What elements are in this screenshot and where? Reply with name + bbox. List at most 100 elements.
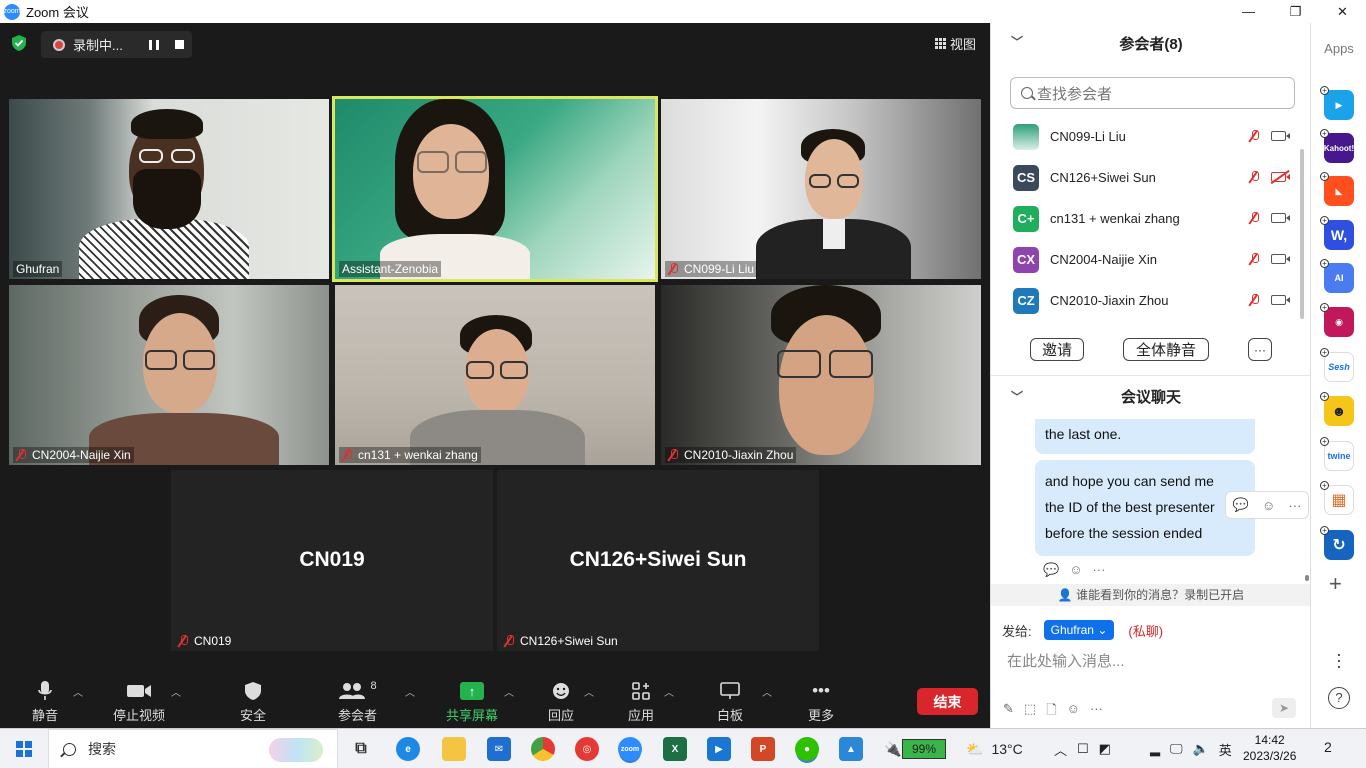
participant-row[interactable]: CZ CN2010-Jiaxin Zhou <box>991 280 1311 321</box>
app-icon[interactable]: W, <box>1324 220 1354 250</box>
participant-row[interactable]: CS CN126+Siwei Sun <box>991 157 1311 198</box>
taskbar-clock[interactable]: 14:42 2023/3/26 <box>1243 732 1296 764</box>
taskbar-search-box[interactable]: 搜索 <box>48 729 338 768</box>
participant-row[interactable]: CX CN2004-Naijie Xin <box>991 239 1311 280</box>
add-app-plus-icon[interactable]: + <box>1320 172 1329 181</box>
app-tray-icon[interactable]: ◩ <box>1099 741 1111 757</box>
video-tile[interactable]: CN099-Li Liu <box>661 99 981 279</box>
reply-icon[interactable]: 💬 <box>1043 562 1059 578</box>
app-icon[interactable]: ◉ <box>1324 307 1354 337</box>
chat-message-bubble[interactable]: and hope you can send me the ID of the b… <box>1035 460 1255 556</box>
add-app-plus-icon[interactable]: + <box>1320 526 1329 535</box>
file-icon[interactable]: 🗋 <box>1046 701 1056 723</box>
app-tray-icon[interactable]: ☐ <box>1077 741 1089 757</box>
apps-sidebar-title[interactable]: Apps <box>1311 41 1366 56</box>
mail-icon[interactable]: ✉ <box>487 737 511 761</box>
format-text-icon[interactable]: ✎ <box>1003 701 1014 723</box>
volume-icon[interactable]: 🔈 <box>1193 741 1209 757</box>
add-app-plus-icon[interactable]: + <box>1320 437 1329 446</box>
recipient-dropdown[interactable]: Ghufran ⌄ <box>1043 620 1115 640</box>
sesh-app-icon[interactable]: Sesh <box>1324 352 1354 382</box>
chrome-browser-icon[interactable] <box>531 737 555 761</box>
help-icon[interactable]: ? <box>1328 687 1350 709</box>
chat-more-icon[interactable]: ··· <box>1090 701 1103 723</box>
wechat-icon[interactable]: ● <box>795 737 819 761</box>
whiteboard-button[interactable]: 白板 <box>717 680 743 724</box>
encryption-shield-icon[interactable] <box>10 34 28 52</box>
muted-mic-icon[interactable] <box>1249 130 1261 142</box>
photos-icon[interactable]: ▲ <box>839 737 863 761</box>
mute-all-button[interactable]: 全体静音 <box>1123 338 1209 361</box>
add-app-plus-icon[interactable]: + <box>1320 259 1329 268</box>
invite-button[interactable]: 邀请 <box>1030 338 1084 361</box>
reply-icon[interactable]: 💬 <box>1233 497 1249 513</box>
muted-mic-icon[interactable] <box>1249 171 1261 183</box>
chat-scrollbar[interactable] <box>1305 575 1309 581</box>
network-icon[interactable]: 🖵 <box>1170 741 1183 757</box>
power-plug-icon[interactable]: 🔌 <box>884 729 901 768</box>
participants-button[interactable]: 8 参会者 <box>338 680 377 724</box>
security-button[interactable]: 安全 <box>240 680 266 724</box>
app-icon[interactable]: ◣ <box>1324 176 1354 206</box>
whiteboard-options-caret-icon[interactable]: ︿ <box>762 684 772 699</box>
stop-video-button[interactable]: 停止视频 <box>113 680 165 724</box>
add-app-plus-icon[interactable]: + <box>1320 392 1329 401</box>
apps-options-caret-icon[interactable]: ︿ <box>664 684 674 699</box>
task-view-icon[interactable]: ⧉ <box>349 737 373 761</box>
twine-app-icon[interactable]: twine <box>1324 441 1354 471</box>
mute-button[interactable]: 静音 <box>32 680 58 724</box>
participant-list-scrollbar[interactable] <box>1300 149 1304 319</box>
restore-button[interactable]: ❐ <box>1272 0 1319 23</box>
add-reaction-icon[interactable]: ☺ <box>1262 498 1275 513</box>
apps-button[interactable]: 应用 <box>628 680 654 724</box>
add-app-plus-icon[interactable]: + <box>1320 216 1329 225</box>
end-meeting-button[interactable]: 结束 <box>917 688 978 715</box>
send-message-icon[interactable]: ➤ <box>1272 698 1296 718</box>
emoji-icon[interactable]: ☺ <box>1067 701 1080 723</box>
message-more-icon[interactable]: ··· <box>1092 562 1105 578</box>
video-tile[interactable]: Ghufran <box>9 99 329 279</box>
minimize-button[interactable]: — <box>1225 0 1272 23</box>
ai-app-icon[interactable]: AI <box>1324 263 1354 293</box>
apps-more-vertical-icon[interactable]: · · · <box>1336 645 1342 675</box>
add-apps-icon[interactable]: + <box>1329 571 1342 597</box>
app-icon[interactable]: ↻ <box>1324 530 1354 560</box>
app-icon[interactable]: ▦ <box>1324 485 1354 515</box>
participants-more-button[interactable]: ··· <box>1248 338 1272 361</box>
pause-recording-button[interactable] <box>148 39 159 50</box>
participant-row[interactable]: CN099-Li Liu <box>991 116 1311 157</box>
video-tile-active-speaker[interactable]: Assistant-Zenobia <box>332 96 658 282</box>
close-button[interactable]: ✕ <box>1319 0 1366 23</box>
chat-message-input[interactable]: 在此处输入消息... <box>1007 650 1125 671</box>
share-options-caret-icon[interactable]: ︿ <box>504 684 514 699</box>
add-app-plus-icon[interactable]: + <box>1320 481 1329 490</box>
add-app-plus-icon[interactable]: + <box>1320 86 1329 95</box>
media-player-icon[interactable]: ▶ <box>707 737 731 761</box>
muted-mic-icon[interactable] <box>1249 294 1261 306</box>
add-app-plus-icon[interactable]: + <box>1320 303 1329 312</box>
muted-mic-icon[interactable] <box>1249 253 1261 265</box>
add-reaction-icon[interactable]: ☺ <box>1069 562 1082 578</box>
input-method-indicator[interactable]: 英 <box>1219 740 1232 759</box>
show-hidden-icons-chevron-icon[interactable]: ︿ <box>1054 740 1067 759</box>
reactions-button[interactable]: 回应 <box>548 680 574 724</box>
edge-browser-icon[interactable]: e <box>396 737 420 761</box>
notification-center-icon[interactable]: 2 <box>1324 739 1346 759</box>
collapse-participants-chevron-icon[interactable]: ﹀ <box>1011 33 1023 50</box>
app-icon[interactable]: ▶ <box>1324 90 1354 120</box>
participant-row[interactable]: C+ cn131 + wenkai zhang <box>991 198 1311 239</box>
add-app-plus-icon[interactable]: + <box>1320 129 1329 138</box>
battery-indicator[interactable]: 99% <box>902 739 946 759</box>
zoom-taskbar-icon[interactable]: zoom <box>618 737 642 761</box>
file-explorer-icon[interactable] <box>442 737 466 761</box>
chat-message-bubble[interactable]: the last one. <box>1035 419 1255 454</box>
video-tile[interactable]: cn131 + wenkai zhang <box>335 285 655 465</box>
video-tile[interactable]: CN2010-Jiaxin Zhou <box>661 285 981 465</box>
message-more-icon[interactable]: ··· <box>1288 498 1301 513</box>
weather-widget[interactable]: ⛅ 13°C <box>966 729 1023 768</box>
kahoot-app-icon[interactable]: Kahoot! <box>1324 133 1354 163</box>
more-button[interactable]: ••• 更多 <box>808 680 834 724</box>
audio-options-caret-icon[interactable]: ︿ <box>73 684 83 699</box>
windows-start-icon[interactable] <box>16 741 32 757</box>
excel-icon[interactable]: X <box>663 737 687 761</box>
